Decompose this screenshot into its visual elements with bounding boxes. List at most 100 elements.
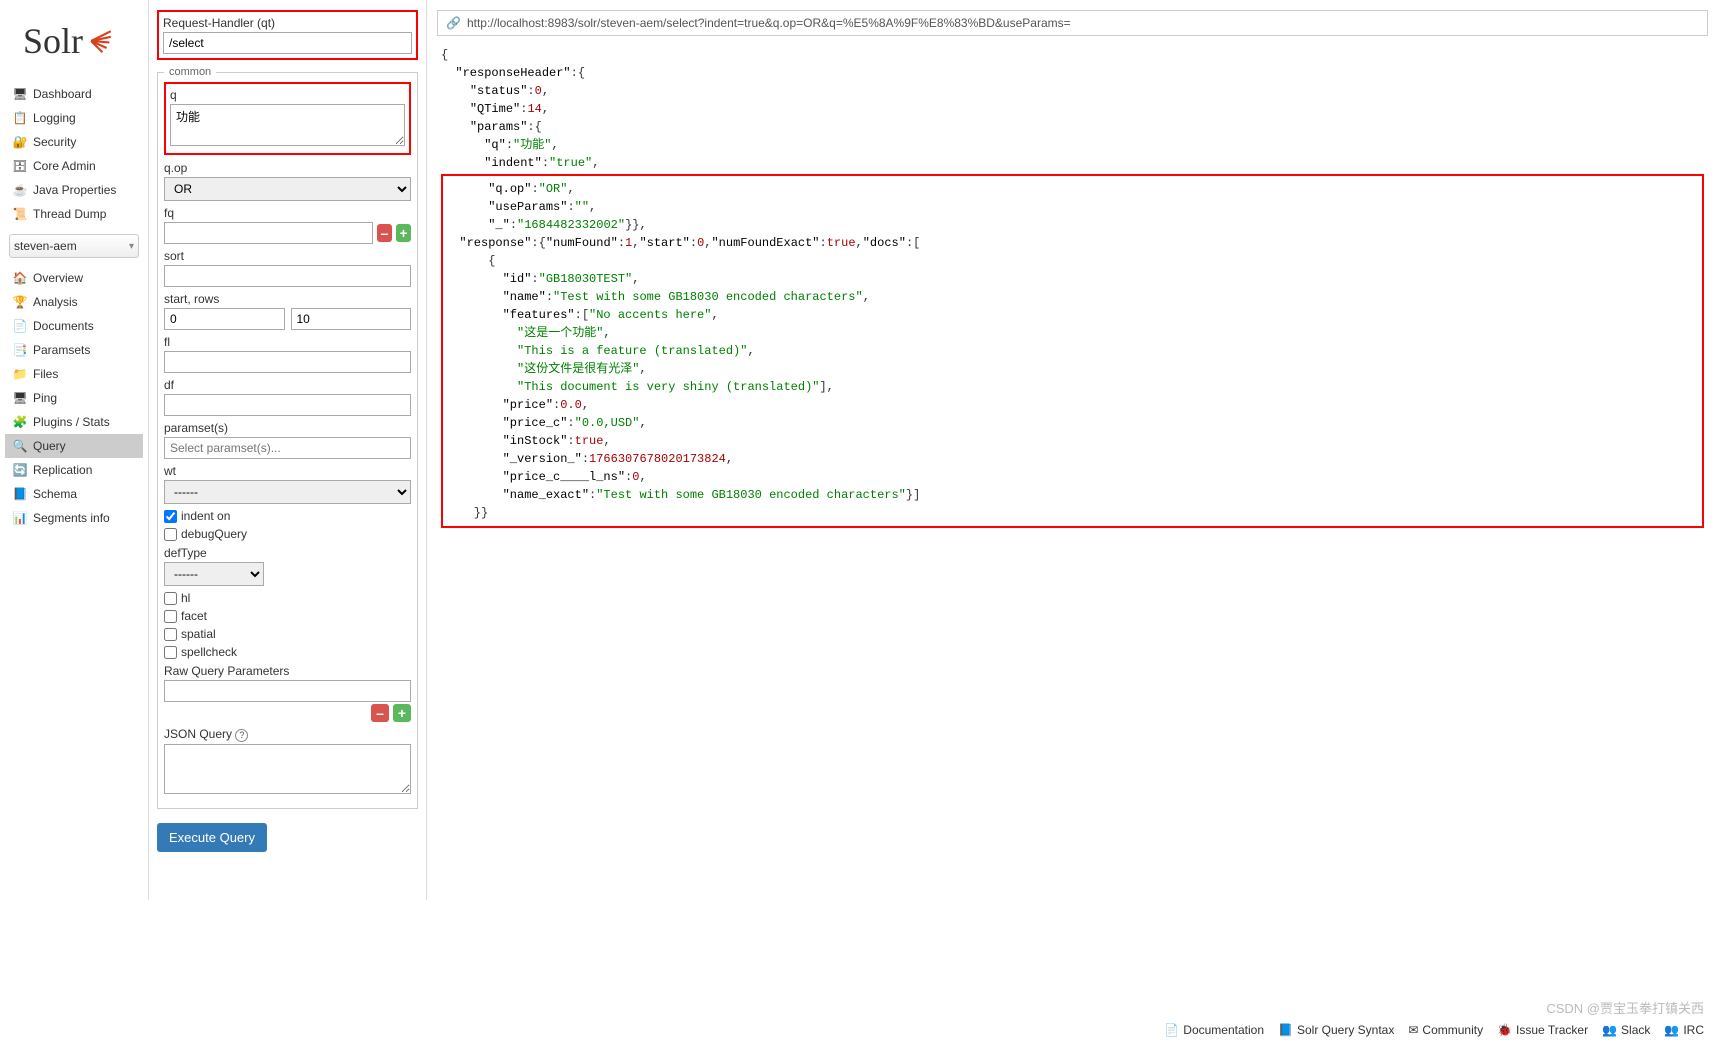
nav-label: Dashboard [33, 87, 92, 101]
paramsets-input[interactable] [164, 437, 411, 459]
df-label: df [164, 378, 411, 392]
subnav-item-plugins-stats[interactable]: 🧩Plugins / Stats [5, 410, 143, 434]
core-selector[interactable]: steven-aem [9, 234, 139, 258]
nav-label: Plugins / Stats [33, 415, 110, 429]
subnav-item-analysis[interactable]: 🏆Analysis [5, 290, 143, 314]
watermark: CSDN @贾宝玉拳打镇关西 [1546, 998, 1704, 1017]
rows-input[interactable] [291, 308, 412, 330]
url-bar[interactable]: 🔗 http://localhost:8983/solr/steven-aem/… [437, 10, 1708, 36]
common-legend: common [164, 66, 216, 78]
deftype-label: defType [164, 546, 411, 560]
json-query-input[interactable] [164, 744, 411, 794]
subnav-item-query[interactable]: 🔍 Query [5, 434, 143, 458]
help-icon[interactable]: ? [235, 729, 248, 742]
raw-label: Raw Query Parameters [164, 664, 411, 678]
subnav-item-files[interactable]: 📁Files [5, 362, 143, 386]
qt-input[interactable] [163, 32, 412, 54]
nav-icon: 🔄 [13, 463, 27, 477]
spellcheck-label: spellcheck [181, 645, 237, 659]
spatial-checkbox[interactable] [164, 628, 177, 641]
nav-icon: 🖥 [13, 391, 27, 405]
nav-icon: 🔐 [13, 135, 27, 149]
nav-icon: 📜 [13, 207, 27, 221]
fq-remove-button[interactable]: – [377, 224, 392, 242]
json-query-label: JSON Query ? [164, 727, 411, 742]
debug-checkbox[interactable] [164, 528, 177, 541]
nav-label: Paramsets [33, 343, 90, 357]
nav-icon: 🏠 [13, 271, 27, 285]
footer-link-community[interactable]: ✉Community [1408, 1023, 1483, 1037]
nav-item-logging[interactable]: 📋Logging [5, 106, 143, 130]
debug-label: debugQuery [181, 527, 247, 541]
qt-label: Request-Handler (qt) [163, 16, 412, 30]
nav-icon: 📁 [13, 367, 27, 381]
start-input[interactable] [164, 308, 285, 330]
common-fieldset: common q 功能 q.op OR fq – + [157, 66, 418, 809]
core-selected-label: steven-aem [14, 239, 77, 253]
nav-label: Logging [33, 111, 76, 125]
subnav-item-ping[interactable]: 🖥 Ping [5, 386, 143, 410]
nav-label: Ping [33, 391, 57, 405]
wt-select[interactable]: ------ [164, 480, 411, 504]
nav-label: Overview [33, 271, 83, 285]
footer-icon: 🐞 [1497, 1023, 1512, 1037]
footer-link-slack[interactable]: 👥Slack [1602, 1023, 1650, 1037]
subnav-item-segments-info[interactable]: 📊Segments info [5, 506, 143, 530]
nav-icon: 🔍 [13, 439, 27, 453]
subnav-item-replication[interactable]: 🔄 Replication [5, 458, 143, 482]
sort-label: sort [164, 249, 411, 263]
subnav-item-overview[interactable]: 🏠 Overview [5, 266, 143, 290]
hl-checkbox[interactable] [164, 592, 177, 605]
raw-add-button[interactable]: + [393, 704, 411, 722]
main-nav: 🖥Dashboard📋Logging🔐Security🗄Core Admin☕J… [5, 82, 143, 226]
facet-checkbox[interactable] [164, 610, 177, 623]
wt-label: wt [164, 464, 411, 478]
sub-nav: 🏠 Overview 🏆Analysis 📄 Documents 📑Paramsets📁F… [5, 266, 143, 530]
nav-item-java-properties[interactable]: ☕Java Properties [5, 178, 143, 202]
result-panel: 🔗 http://localhost:8983/solr/steven-aem/… [427, 0, 1718, 900]
footer-link-documentation[interactable]: 📄Documentation [1164, 1023, 1264, 1037]
nav-label: Query [33, 439, 66, 453]
footer-label: Slack [1621, 1023, 1650, 1037]
footer-links: 📄Documentation 📘Solr Query Syntax ✉Communi… [1164, 1023, 1704, 1037]
nav-label: Segments info [33, 511, 110, 525]
hl-label: hl [181, 591, 190, 605]
footer-link-irc[interactable]: 👥IRC [1664, 1023, 1704, 1037]
q-highlighted-box: q 功能 [164, 82, 411, 155]
nav-label: Replication [33, 463, 92, 477]
raw-input[interactable] [164, 680, 411, 702]
deftype-select[interactable]: ------ [164, 562, 264, 586]
startrows-label: start, rows [164, 292, 411, 306]
nav-icon: 📄 [13, 319, 27, 333]
subnav-item-paramsets[interactable]: 📑Paramsets [5, 338, 143, 362]
subnav-item-documents[interactable]: 📄 Documents [5, 314, 143, 338]
solr-sun-icon [87, 27, 115, 55]
footer-link-issue-tracker[interactable]: 🐞 Issue Tracker [1497, 1023, 1588, 1037]
footer-label: Issue Tracker [1516, 1023, 1588, 1037]
execute-query-button[interactable]: Execute Query [157, 823, 267, 852]
nav-item-thread-dump[interactable]: 📜Thread Dump [5, 202, 143, 226]
spellcheck-checkbox[interactable] [164, 646, 177, 659]
indent-label: indent on [181, 509, 230, 523]
nav-item-security[interactable]: 🔐Security [5, 130, 143, 154]
nav-label: Documents [33, 319, 94, 333]
nav-item-core-admin[interactable]: 🗄Core Admin [5, 154, 143, 178]
nav-label: Java Properties [33, 183, 116, 197]
footer-link-solr-query-syntax[interactable]: 📘Solr Query Syntax [1278, 1023, 1394, 1037]
footer-icon: 📄 [1164, 1023, 1179, 1037]
df-input[interactable] [164, 394, 411, 416]
sort-input[interactable] [164, 265, 411, 287]
link-icon: 🔗 [446, 16, 461, 30]
subnav-item-schema[interactable]: 📘Schema [5, 482, 143, 506]
fl-label: fl [164, 335, 411, 349]
raw-remove-button[interactable]: – [371, 704, 389, 722]
footer-label: Community [1422, 1023, 1483, 1037]
q-input[interactable]: 功能 [170, 104, 405, 146]
nav-item-dashboard[interactable]: 🖥Dashboard [5, 82, 143, 106]
fq-input[interactable] [164, 222, 373, 244]
indent-checkbox[interactable] [164, 510, 177, 523]
fq-label: fq [164, 206, 411, 220]
fl-input[interactable] [164, 351, 411, 373]
qop-select[interactable]: OR [164, 177, 411, 201]
fq-add-button[interactable]: + [396, 224, 411, 242]
